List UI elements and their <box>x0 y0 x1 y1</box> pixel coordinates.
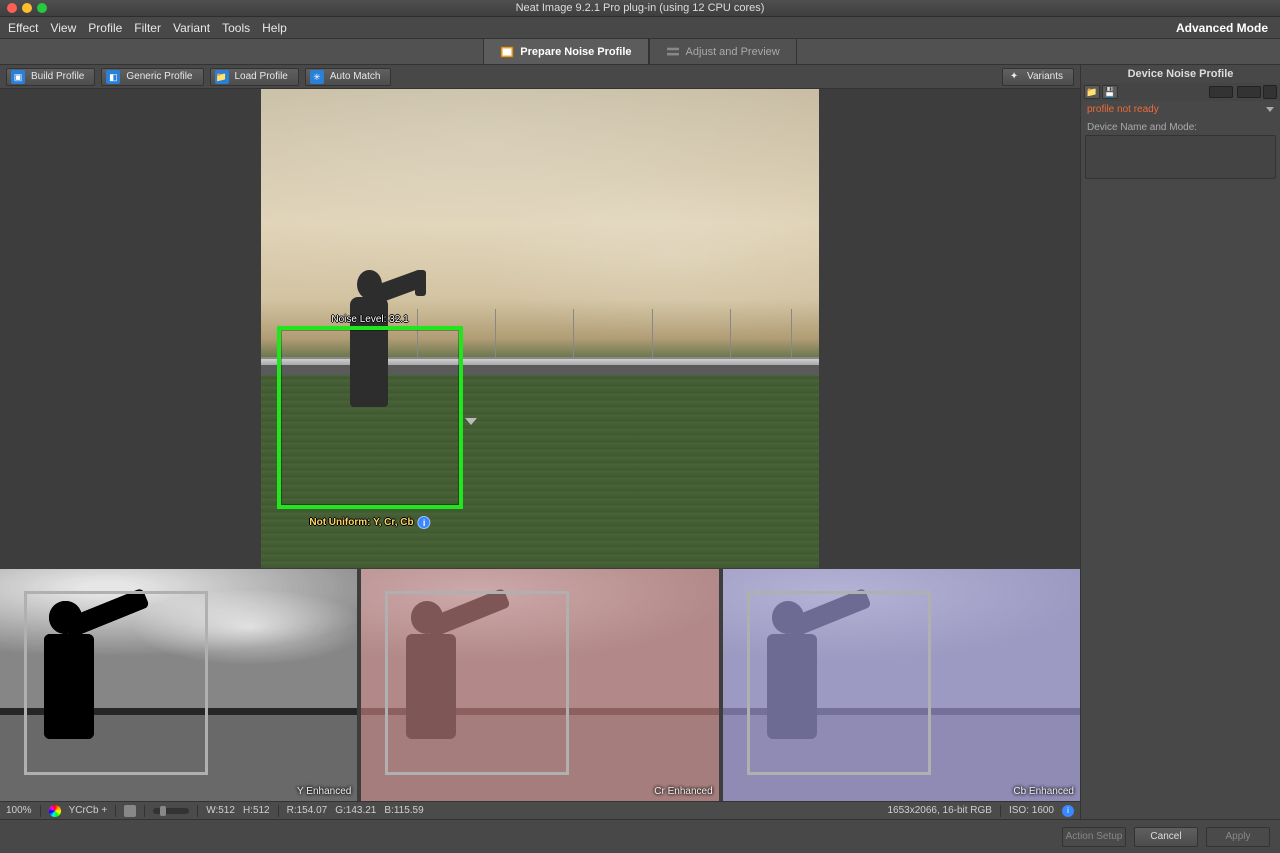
view-mode-icon[interactable] <box>124 805 136 817</box>
channel-cb-selection <box>747 591 931 775</box>
next-profile-button[interactable] <box>1237 86 1261 98</box>
noise-level-label: Noise Level: 32.1 <box>331 314 408 325</box>
channel-y-label: Y Enhanced <box>297 786 351 797</box>
menu-tools[interactable]: Tools <box>222 21 250 35</box>
build-profile-button[interactable]: ▣ Build Profile <box>6 68 95 86</box>
variants-button[interactable]: ✦ Variants <box>1002 68 1074 86</box>
panel-title: Device Noise Profile <box>1081 65 1280 83</box>
readout-b: B:115.59 <box>384 805 423 816</box>
menu-help[interactable]: Help <box>262 21 287 35</box>
colorspace-mode[interactable]: YCrCb + <box>69 805 108 816</box>
folder-open-icon[interactable]: 📁 <box>1084 85 1100 99</box>
minimize-icon[interactable] <box>22 3 32 13</box>
generic-profile-label: Generic Profile <box>126 71 192 82</box>
channel-cb[interactable]: Cb Enhanced <box>723 569 1080 801</box>
channel-cr-selection <box>385 591 569 775</box>
channel-cr[interactable]: Cr Enhanced <box>361 569 718 801</box>
sparkle-icon: ✦ <box>1007 70 1021 84</box>
main-content: ▣ Build Profile ◧ Generic Profile 📁 Load… <box>0 65 1280 819</box>
profile-icon <box>500 46 514 58</box>
tab-prepare-label: Prepare Noise Profile <box>520 46 631 58</box>
menu-profile[interactable]: Profile <box>88 21 122 35</box>
tab-adjust-preview[interactable]: Adjust and Preview <box>649 39 797 64</box>
maximize-icon[interactable] <box>37 3 47 13</box>
action-setup-button[interactable]: Action Setup <box>1062 827 1126 847</box>
sel-width: W:512 <box>206 805 235 816</box>
auto-match-button[interactable]: ✳ Auto Match <box>305 68 392 86</box>
device-name-box <box>1085 135 1276 179</box>
readout-g: G:143.21 <box>335 805 376 816</box>
load-profile-button[interactable]: 📁 Load Profile <box>210 68 299 86</box>
channel-cb-label: Cb Enhanced <box>1013 786 1074 797</box>
folder-open-icon: 📁 <box>215 70 229 84</box>
image-viewer[interactable]: Noise Level: 32.1 Not Uniform: Y, Cr, Cb… <box>261 89 819 568</box>
device-noise-profile-panel: Device Noise Profile 📁 💾 profile not rea… <box>1080 65 1280 819</box>
profile-toolbar: ▣ Build Profile ◧ Generic Profile 📁 Load… <box>0 65 1080 89</box>
channel-cr-label: Cr Enhanced <box>654 786 712 797</box>
viewer-statusbar: 100% YCrCb + W:512 H:512 R:154.07 G:143.… <box>0 801 1080 819</box>
window-traffic-lights <box>7 3 47 13</box>
channel-y-selection <box>24 591 208 775</box>
tab-adjust-label: Adjust and Preview <box>686 46 780 58</box>
menu-effect[interactable]: Effect <box>8 21 38 35</box>
image-iso: ISO: 1600 <box>1009 805 1054 816</box>
apply-button[interactable]: Apply <box>1206 827 1270 847</box>
prev-profile-button[interactable] <box>1209 86 1233 98</box>
info-icon[interactable]: i <box>1062 805 1074 817</box>
noise-sample-selection[interactable]: Noise Level: 32.1 Not Uniform: Y, Cr, Cb… <box>277 326 463 509</box>
dialog-footer: Action Setup Cancel Apply <box>0 819 1280 853</box>
build-profile-label: Build Profile <box>31 71 84 82</box>
image-viewer-area[interactable]: Noise Level: 32.1 Not Uniform: Y, Cr, Cb… <box>0 89 1080 569</box>
magic-wand-icon: ✳ <box>310 70 324 84</box>
tab-prepare-noise-profile[interactable]: Prepare Noise Profile <box>483 39 648 64</box>
load-profile-label: Load Profile <box>235 71 288 82</box>
generic-profile-button[interactable]: ◧ Generic Profile <box>101 68 203 86</box>
menubar: Effect View Profile Filter Variant Tools… <box>0 17 1280 39</box>
info-icon[interactable]: i <box>418 516 431 529</box>
auto-match-label: Auto Match <box>330 71 381 82</box>
device-name-label: Device Name and Mode: <box>1081 118 1280 135</box>
readout-r: R:154.07 <box>287 805 328 816</box>
save-icon[interactable]: 💾 <box>1102 85 1118 99</box>
chevron-down-icon <box>1266 107 1274 112</box>
channel-previews: Y Enhanced Cr Enhanced Cb Enhanced <box>0 569 1080 801</box>
profile-status-text: profile not ready <box>1087 104 1159 115</box>
advanced-mode-toggle[interactable]: Advanced Mode <box>1176 21 1268 35</box>
window-title: Neat Image 9.2.1 Pro plug-in (using 12 C… <box>0 2 1280 14</box>
window-titlebar: Neat Image 9.2.1 Pro plug-in (using 12 C… <box>0 0 1280 17</box>
profile-status-row[interactable]: profile not ready <box>1081 101 1280 118</box>
channel-y[interactable]: Y Enhanced <box>0 569 357 801</box>
colorspace-icon[interactable] <box>49 805 61 817</box>
variants-label: Variants <box>1027 71 1063 82</box>
menu-filter[interactable]: Filter <box>134 21 161 35</box>
main-tabs: Prepare Noise Profile Adjust and Preview <box>0 39 1280 65</box>
panel-iconrow: 📁 💾 <box>1081 83 1280 101</box>
sliders-icon <box>666 46 680 58</box>
view-slider[interactable] <box>153 808 189 814</box>
profile-menu-button[interactable] <box>1263 85 1277 99</box>
chevron-down-icon[interactable] <box>465 418 477 425</box>
menu-view[interactable]: View <box>50 21 76 35</box>
generic-icon: ◧ <box>106 70 120 84</box>
cancel-button[interactable]: Cancel <box>1134 827 1198 847</box>
sel-height: H:512 <box>243 805 270 816</box>
build-icon: ▣ <box>11 70 25 84</box>
menu-variant[interactable]: Variant <box>173 21 210 35</box>
zoom-level[interactable]: 100% <box>6 805 32 816</box>
not-uniform-label: Not Uniform: Y, Cr, Cb <box>309 517 413 528</box>
close-icon[interactable] <box>7 3 17 13</box>
image-dims: 1653x2066, 16-bit RGB <box>887 805 992 816</box>
